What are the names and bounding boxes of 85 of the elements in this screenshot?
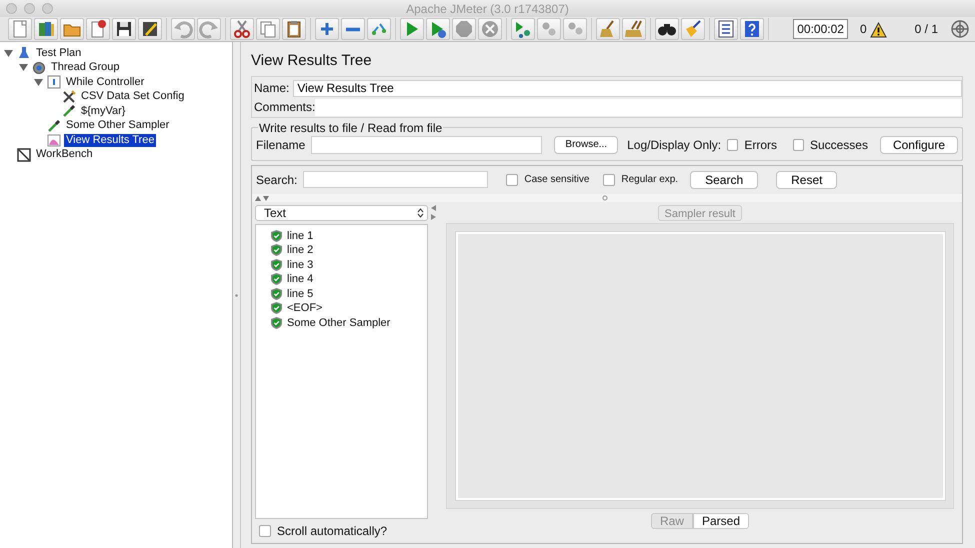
result-item[interactable]: line 3 [287,256,314,273]
checkbox[interactable] [259,525,271,537]
books-icon [36,19,56,39]
filename-field[interactable] [311,136,542,154]
warning-icon[interactable] [870,22,887,38]
tree-item[interactable]: View Results Tree [64,134,156,147]
expander-icon[interactable] [19,63,28,72]
checkbox-label: Successes [810,136,868,154]
tree-item[interactable]: Thread Group [49,61,122,74]
browse-button[interactable]: Browse... [554,136,618,154]
split-arrows-icon[interactable] [430,204,436,220]
renderer-dropdown[interactable]: Text [255,204,428,220]
search-field[interactable] [303,171,488,188]
toolbar-button[interactable] [714,18,738,40]
gear-icon [32,60,46,75]
toolbar-button[interactable] [740,18,764,40]
result-item[interactable]: line 5 [287,286,314,302]
help-icon [742,19,762,39]
redo-icon [199,19,219,39]
wrench-icon [62,90,76,104]
result-item[interactable]: <EOF> [287,300,322,316]
field-label: Comments: [254,99,316,116]
chevron-updown-icon [417,208,424,218]
checkbox-label: Scroll automatically? [277,523,388,540]
tree-item[interactable]: WorkBench [34,148,95,162]
view-mode-tab[interactable]: Parsed [692,513,750,529]
scissors-icon [232,19,252,39]
tree-item[interactable]: CSV Data Set Config [79,90,186,104]
result-item[interactable]: line 1 [287,228,314,244]
toolbar-button[interactable] [138,18,162,40]
result-item[interactable]: line 2 [287,242,314,258]
checkbox[interactable] [603,174,616,186]
tree-item[interactable]: Some Other Sampler [64,119,172,132]
reset-button[interactable]: Reset [776,170,838,188]
brooms-icon [624,19,644,39]
field-label: Name: [254,80,290,97]
toolbar-button[interactable] [112,18,136,40]
splitter-grip-icon[interactable] [235,292,238,298]
globe-icon [951,20,969,38]
search-button[interactable]: Search [690,170,758,188]
checkbox-label: Case sensitive [524,173,590,187]
remote-play-icon [513,19,533,39]
tree-item[interactable]: While Controller [64,76,146,89]
expander-icon[interactable] [4,48,13,58]
result-item[interactable]: Some Other Sampler [287,314,390,331]
split-arrows-icon[interactable] [255,194,269,200]
configure-button[interactable]: Configure [880,136,958,154]
field-label: Filename [256,136,306,154]
window-title: Apache JMeter (3.0 r1743807) [406,0,569,18]
toolbar-button[interactable] [681,18,705,40]
minus-icon [346,26,360,32]
error-count: 0 [860,21,867,38]
controller-icon [47,75,61,90]
name-field[interactable]: View Results Tree [293,80,962,96]
stop-icon [454,19,474,39]
comments-field[interactable] [315,98,962,116]
thread-count: 0 / 1 [914,21,938,38]
field-label: Search: [256,172,298,188]
field-label: Log/Display Only: [627,136,722,154]
checkbox[interactable] [792,138,804,150]
pipette-icon [62,104,76,118]
splitter-grip-icon[interactable] [602,194,608,200]
group-title: Write results to file / Read from file [258,122,444,134]
checkbox[interactable] [727,138,738,150]
toolbar-button[interactable] [282,18,306,40]
toolbar-button[interactable] [655,18,679,40]
panel-title: View Results Tree [251,51,373,71]
checkbox-label: Regular exp. [621,173,678,187]
list-icon [716,19,736,39]
workbench-icon [17,148,31,162]
flask-icon [17,46,31,60]
undo-icon [173,19,193,39]
tree-item[interactable]: ${myVar} [79,104,128,118]
broom-icon [683,19,703,39]
tree-item[interactable]: Test Plan [34,46,84,60]
result-item[interactable]: line 4 [287,271,314,288]
elapsed-time: 00:00:02 [793,19,848,39]
shutdown-icon [480,19,500,39]
expander-icon[interactable] [34,78,43,87]
pencil-document-icon [140,19,160,39]
pipette-icon [47,118,61,133]
chart-icon [47,133,61,148]
copy-icon [258,19,278,39]
checkbox-label: Errors [744,136,778,154]
checkbox[interactable] [506,174,518,186]
